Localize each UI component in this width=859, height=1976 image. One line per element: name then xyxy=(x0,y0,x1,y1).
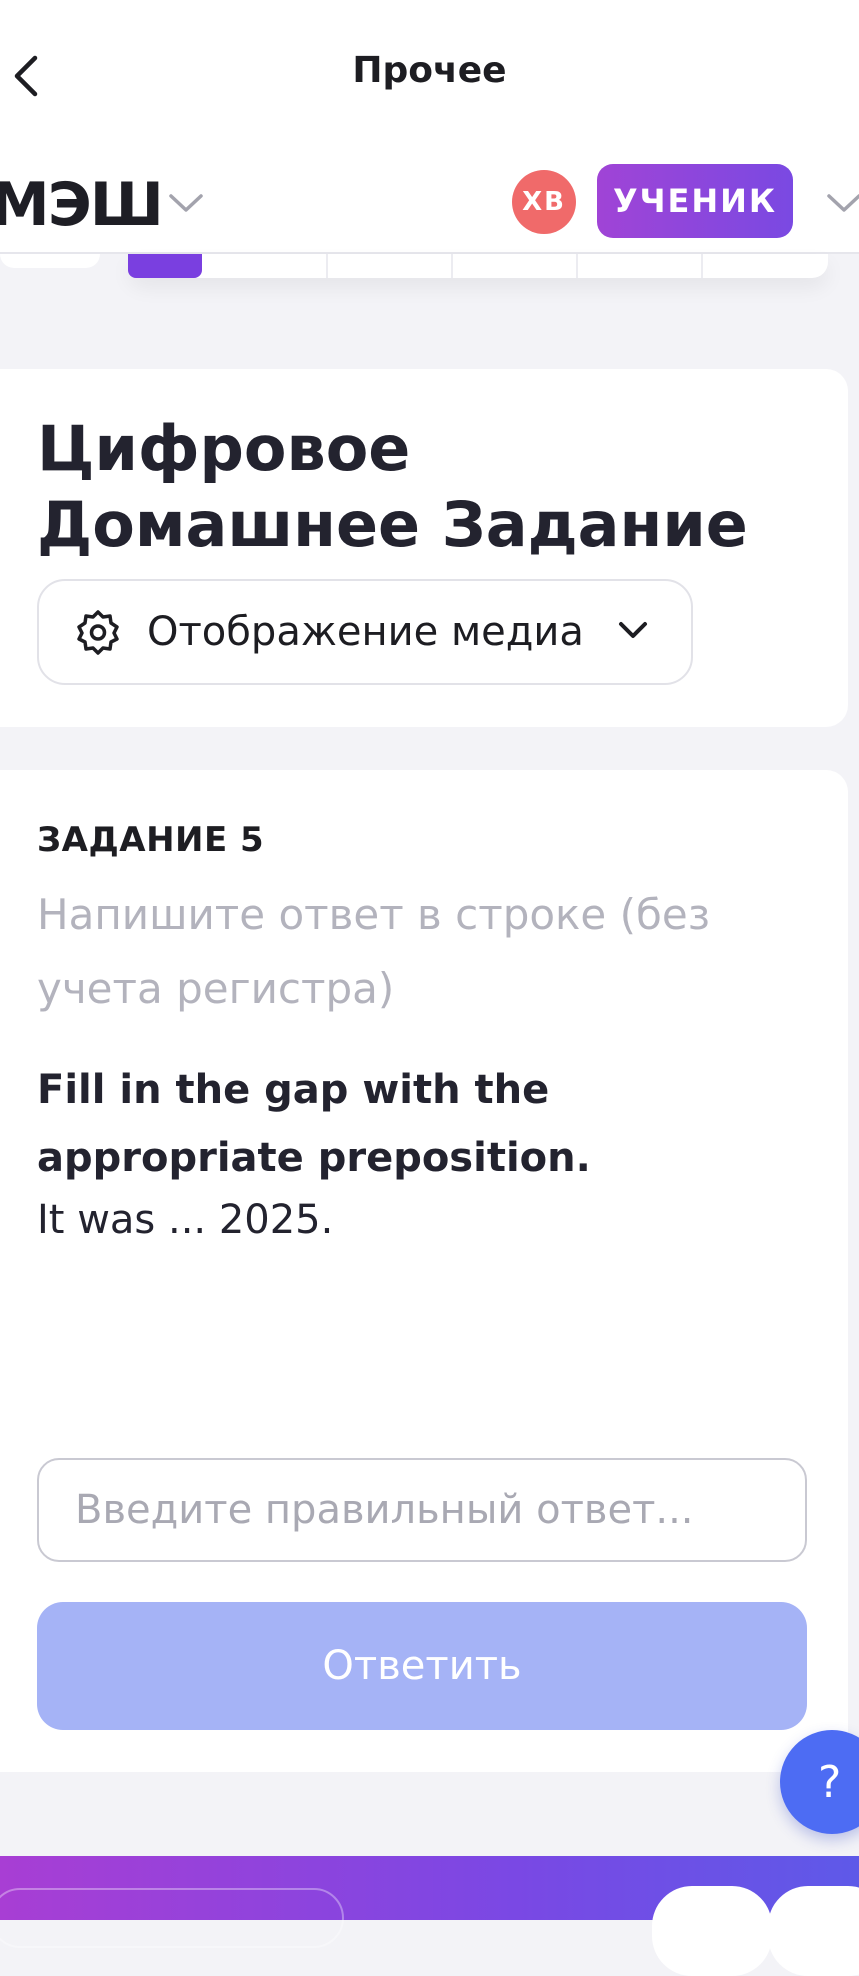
answer-input[interactable] xyxy=(37,1458,807,1562)
task-sentence: It was ... 2025. xyxy=(37,1197,334,1243)
bottom-nav-button[interactable] xyxy=(768,1886,859,1976)
tab-divider xyxy=(451,254,453,278)
question-mark-icon: ? xyxy=(818,1756,842,1808)
tab-divider xyxy=(701,254,703,278)
media-display-select[interactable]: Отображение медиа xyxy=(37,579,693,685)
avatar[interactable]: ХВ xyxy=(512,170,576,234)
tab-divider xyxy=(576,254,578,278)
bottom-bar xyxy=(0,1856,859,1976)
tab-strip-left-edge xyxy=(0,254,100,268)
task-question: Fill in the gap with the appropriate pre… xyxy=(37,1067,591,1181)
submit-answer-button[interactable]: Ответить xyxy=(37,1602,807,1730)
tab-strip xyxy=(128,254,828,278)
chevron-down-icon[interactable] xyxy=(168,192,204,214)
role-badge[interactable]: УЧЕНИК xyxy=(597,164,793,238)
chevron-down-icon xyxy=(619,622,647,638)
bottom-pill-button[interactable] xyxy=(0,1888,344,1948)
gear-icon xyxy=(77,610,119,655)
task-hint: Напишите ответ в строке (без учета регис… xyxy=(37,890,711,1013)
role-chevron-down-icon[interactable] xyxy=(826,192,859,214)
app-header: МЭШ ХВ УЧЕНИК xyxy=(0,150,859,254)
tab-divider xyxy=(326,254,328,278)
task-card: ЗАДАНИЕ 5 Напишите ответ в строке (без у… xyxy=(0,770,848,1772)
media-select-label: Отображение медиа xyxy=(147,609,584,655)
top-navigation-bar: Прочее xyxy=(0,0,859,150)
task-number: ЗАДАНИЕ 5 xyxy=(37,820,265,860)
homework-header-card: Цифровое Домашнее Задание Отображение ме… xyxy=(0,369,848,727)
bottom-nav-button[interactable] xyxy=(652,1886,772,1976)
tab-active-indicator[interactable] xyxy=(128,254,202,278)
page-title: Прочее xyxy=(352,50,507,91)
homework-title: Цифровое Домашнее Задание xyxy=(37,412,748,561)
app-logo[interactable]: МЭШ xyxy=(0,170,164,240)
